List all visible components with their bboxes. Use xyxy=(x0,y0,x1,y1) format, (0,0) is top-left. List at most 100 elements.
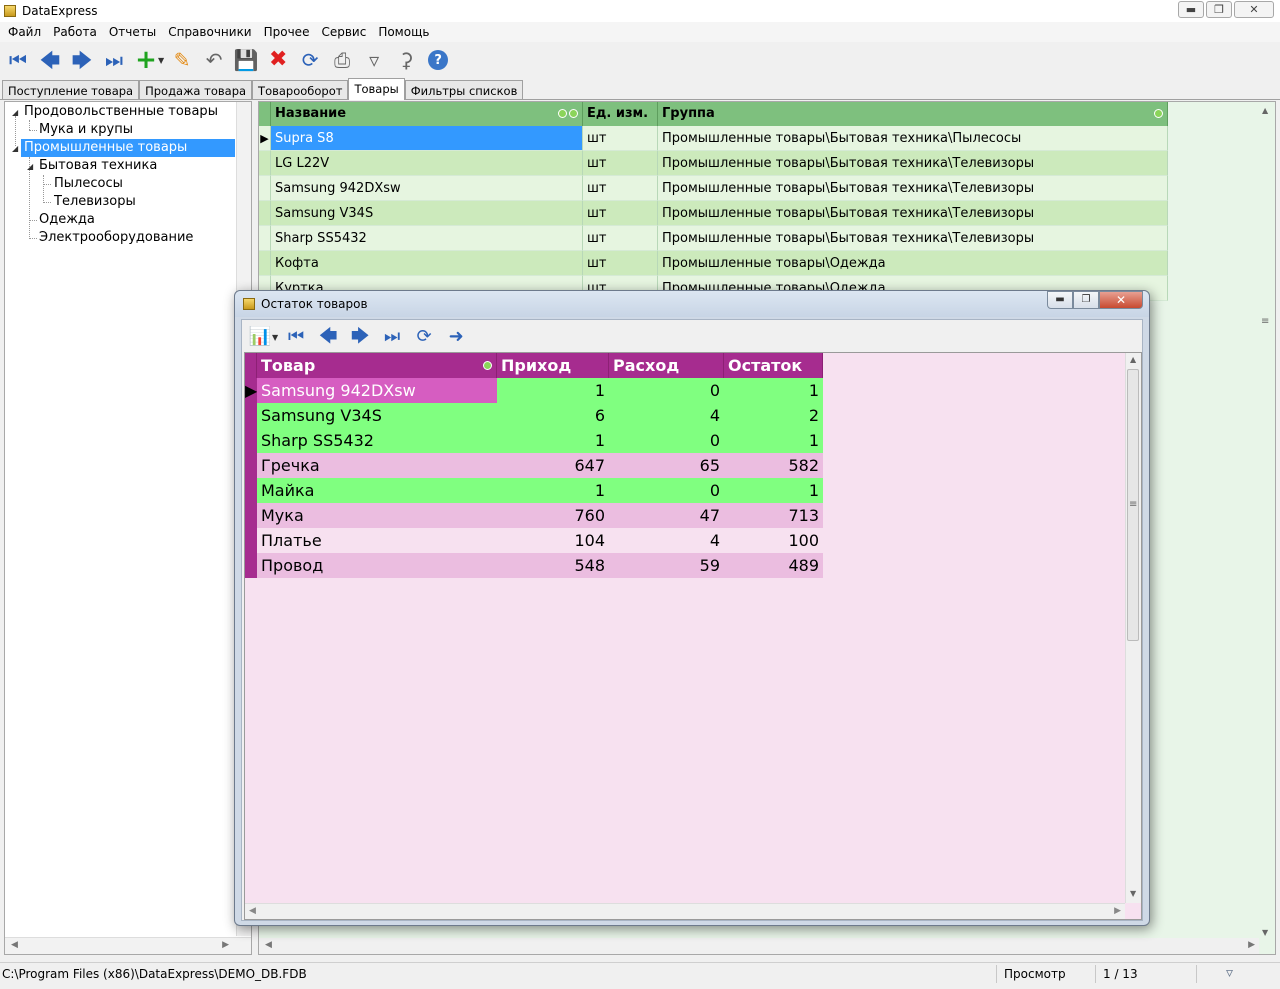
cell-product[interactable]: Мука xyxy=(257,503,497,528)
refresh-icon[interactable]: ⟳ xyxy=(410,323,438,351)
cell-group[interactable]: Промышленные товары\Бытовая техника\Теле… xyxy=(658,226,1168,251)
tab-turnover[interactable]: Товарооборот xyxy=(252,80,349,99)
scroll-down-icon[interactable]: ▼ xyxy=(1130,889,1136,898)
cell-expense[interactable]: 4 xyxy=(609,403,724,428)
scroll-right-icon[interactable]: ▶ xyxy=(1114,906,1121,916)
table-row[interactable]: Кофта шт Промышленные товары\Одежда xyxy=(259,251,1168,276)
cell-product[interactable]: Платье xyxy=(257,528,497,553)
expanded-icon[interactable]: ◢ xyxy=(12,144,18,153)
tree-horizontal-scrollbar[interactable]: ◀ ▶ xyxy=(5,937,251,954)
cell-name[interactable]: LG L22V xyxy=(271,151,583,176)
cell-product[interactable]: Samsung V34S xyxy=(257,403,497,428)
cell-group[interactable]: Промышленные товары\Бытовая техника\Пыле… xyxy=(658,126,1168,151)
cell-expense[interactable]: 59 xyxy=(609,553,724,578)
dialog-close-button[interactable]: ✕ xyxy=(1099,291,1143,309)
tree-item-food[interactable]: Продовольственные товары xyxy=(21,103,221,121)
tab-goods-receipt[interactable]: Поступление товара xyxy=(2,80,140,99)
tab-goods[interactable]: Товары xyxy=(348,78,405,100)
dialog-vertical-scrollbar[interactable]: ▲ ≡ ▼ xyxy=(1125,353,1141,903)
table-row[interactable]: Sharp SS5432 шт Промышленные товары\Бытова… xyxy=(259,226,1168,251)
cell-expense[interactable]: 4 xyxy=(609,528,724,553)
cell-group[interactable]: Промышленные товары\Бытовая техника\Теле… xyxy=(658,151,1168,176)
delete-icon[interactable]: ✖ xyxy=(264,46,292,74)
scroll-thumb-grip-icon[interactable]: ≡ xyxy=(1261,316,1269,327)
filter-icon[interactable]: ▿ xyxy=(360,46,388,74)
tab-goods-sale[interactable]: Продажа товара xyxy=(139,80,253,99)
tree-item-vacuums[interactable]: Пылесосы xyxy=(51,175,126,193)
column-header-name[interactable]: Название xyxy=(271,102,583,126)
tree-item-appliances[interactable]: Бытовая техника xyxy=(36,157,160,175)
menu-file[interactable]: Файл xyxy=(2,25,47,39)
scroll-right-icon[interactable]: ▶ xyxy=(222,940,229,950)
cell-income[interactable]: 1 xyxy=(497,478,609,503)
expanded-icon[interactable]: ◢ xyxy=(27,162,33,171)
column-header-expense[interactable]: Расход xyxy=(609,353,724,378)
first-record-icon[interactable]: ⏮ xyxy=(282,323,310,351)
scroll-left-icon[interactable]: ◀ xyxy=(265,940,272,950)
cell-income[interactable]: 6 xyxy=(497,403,609,428)
cell-rest[interactable]: 582 xyxy=(724,453,823,478)
cell-unit[interactable]: шт xyxy=(583,176,658,201)
scroll-left-icon[interactable]: ◀ xyxy=(11,940,18,950)
table-row[interactable]: ▶ Samsung 942DXsw 1 0 1 xyxy=(245,378,823,403)
main-horizontal-scrollbar[interactable]: ◀ ▶ xyxy=(259,938,1259,954)
cell-group[interactable]: Промышленные товары\Бытовая техника\Теле… xyxy=(658,201,1168,226)
scroll-left-icon[interactable]: ◀ xyxy=(249,906,256,916)
column-header-income[interactable]: Приход xyxy=(497,353,609,378)
scroll-right-icon[interactable]: ▶ xyxy=(1248,940,1255,950)
cell-income[interactable]: 647 xyxy=(497,453,609,478)
refresh-icon[interactable]: ⟳ xyxy=(296,46,324,74)
first-record-icon[interactable]: ⏮ xyxy=(4,46,32,74)
cell-group[interactable]: Промышленные товары\Одежда xyxy=(658,251,1168,276)
prev-record-icon[interactable]: 🡄 xyxy=(314,323,342,351)
menu-directories[interactable]: Справочники xyxy=(162,25,257,39)
cell-expense[interactable]: 47 xyxy=(609,503,724,528)
table-row[interactable]: ▶ Supra S8 шт Промышленные товары\Бытовая т… xyxy=(259,126,1168,151)
cell-expense[interactable]: 0 xyxy=(609,378,724,403)
help-icon[interactable]: ? xyxy=(428,50,449,70)
tree-item-electrical[interactable]: Электрооборудование xyxy=(36,229,196,247)
column-header-group[interactable]: Группа xyxy=(658,102,1168,126)
tree-item-industrial[interactable]: Промышленные товары xyxy=(21,139,235,157)
binoculars-find-icon[interactable]: ⚳ xyxy=(392,46,420,74)
cell-rest[interactable]: 1 xyxy=(724,428,823,453)
cell-group[interactable]: Промышленные товары\Бытовая техника\Теле… xyxy=(658,176,1168,201)
scroll-up-icon[interactable]: ▲ xyxy=(1130,355,1136,364)
export-dropdown-icon[interactable]: ▼ xyxy=(272,333,278,342)
add-dropdown-icon[interactable]: ▼ xyxy=(158,56,164,65)
cell-unit[interactable]: шт xyxy=(583,126,658,151)
dialog-horizontal-scrollbar[interactable]: ◀ ▶ xyxy=(245,903,1125,919)
save-icon[interactable]: 💾 xyxy=(232,46,260,74)
export-report-icon[interactable]: 📊 xyxy=(246,323,274,351)
cell-rest[interactable]: 100 xyxy=(724,528,823,553)
cell-product[interactable]: Samsung 942DXsw xyxy=(257,378,497,403)
table-row[interactable]: Провод 548 59 489 xyxy=(245,553,823,578)
undo-icon[interactable]: ↶ xyxy=(200,46,228,74)
table-row[interactable]: Платье 104 4 100 xyxy=(245,528,823,553)
menu-work[interactable]: Работа xyxy=(47,25,103,39)
cell-expense[interactable]: 65 xyxy=(609,453,724,478)
cell-income[interactable]: 104 xyxy=(497,528,609,553)
cell-unit[interactable]: шт xyxy=(583,151,658,176)
menu-reports[interactable]: Отчеты xyxy=(103,25,162,39)
menu-help[interactable]: Помощь xyxy=(372,25,435,39)
scroll-down-icon[interactable]: ▼ xyxy=(1262,928,1268,937)
scroll-up-icon[interactable]: ▲ xyxy=(1262,106,1268,115)
cell-rest[interactable]: 1 xyxy=(724,478,823,503)
column-header-product[interactable]: Товар xyxy=(257,353,497,378)
next-record-icon[interactable]: 🡆 xyxy=(68,46,96,74)
table-row[interactable]: Sharp SS5432 1 0 1 xyxy=(245,428,823,453)
filter-status-icon[interactable]: ▿ xyxy=(1226,965,1233,981)
table-row[interactable]: Samsung V34S 6 4 2 xyxy=(245,403,823,428)
tree-item-clothes[interactable]: Одежда xyxy=(36,211,98,229)
cell-name[interactable]: Кофта xyxy=(271,251,583,276)
cell-income[interactable]: 1 xyxy=(497,378,609,403)
minimize-button[interactable]: ▬ xyxy=(1178,1,1204,18)
cell-income[interactable]: 760 xyxy=(497,503,609,528)
cell-rest[interactable]: 1 xyxy=(724,378,823,403)
cell-unit[interactable]: шт xyxy=(583,226,658,251)
cell-product[interactable]: Провод xyxy=(257,553,497,578)
cell-name[interactable]: Samsung 942DXsw xyxy=(271,176,583,201)
last-record-icon[interactable]: ⏭ xyxy=(100,46,128,74)
table-row[interactable]: Гречка 647 65 582 xyxy=(245,453,823,478)
